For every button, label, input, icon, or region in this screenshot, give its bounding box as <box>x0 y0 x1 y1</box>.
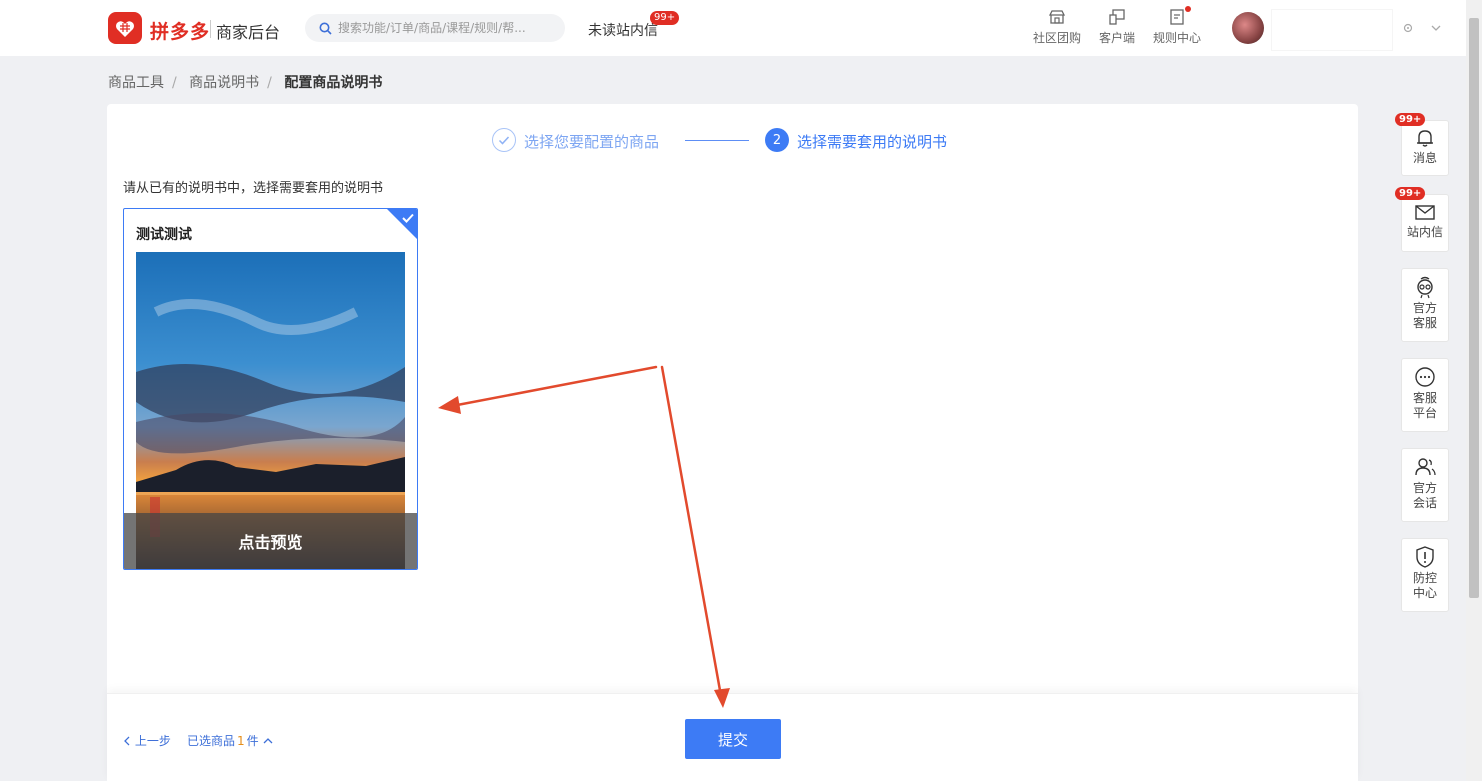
chat-bubble-icon <box>1415 367 1435 387</box>
sidebar-label: 客服平台 <box>1412 391 1437 420</box>
store-icon <box>1048 10 1066 24</box>
step-indicator: 选择您要配置的商品 2 选择需要套用的说明书 <box>492 128 992 154</box>
brand-name[interactable]: 拼多多 <box>150 17 210 44</box>
search-icon <box>319 22 332 35</box>
submit-button[interactable]: 提交 <box>685 719 781 759</box>
preview-button[interactable]: 点击预览 <box>124 513 417 569</box>
user-avatar[interactable] <box>1232 12 1264 44</box>
shield-alert-icon <box>1416 546 1434 568</box>
manual-title: 测试测试 <box>136 227 192 243</box>
user-info-area[interactable] <box>1272 10 1392 50</box>
account-menu-toggle[interactable] <box>1402 20 1442 36</box>
page-scrollbar[interactable] <box>1466 0 1482 781</box>
settings-icon <box>1403 23 1413 33</box>
breadcrumb: 商品工具 / 商品说明书 / 配置商品说明书 <box>108 72 388 92</box>
sidebar-item-service-platform[interactable]: 客服平台 <box>1401 358 1449 432</box>
step-complete-check-icon <box>492 128 516 152</box>
document-icon <box>1170 9 1184 25</box>
rules-notification-dot <box>1185 6 1191 12</box>
devices-icon <box>1109 9 1125 25</box>
brand-subtitle: 商家后台 <box>216 23 281 42</box>
chevron-left-icon <box>124 736 130 746</box>
previous-step-label: 上一步 <box>134 734 171 748</box>
step-connector <box>685 140 749 141</box>
tool-label: 规则中心 <box>1153 31 1202 45</box>
breadcrumb-item-product-manual[interactable]: 商品说明书 <box>189 75 259 91</box>
previous-step-link[interactable]: 上一步 <box>123 732 171 749</box>
search-box[interactable] <box>305 14 565 42</box>
step2-number: 2 <box>765 128 789 152</box>
selected-count: 1 <box>237 734 245 748</box>
pdd-logo-icon[interactable] <box>108 12 142 44</box>
sidebar-label: 官方会话 <box>1412 481 1437 510</box>
mail-badge: 99+ <box>1395 187 1426 200</box>
footer-bar: 上一步 已选商品 1 件 提交 <box>107 693 1358 781</box>
step1-label: 选择您要配置的商品 <box>524 133 660 151</box>
brand-divider <box>210 20 211 38</box>
sidebar-label: 消息 <box>1412 151 1437 165</box>
sidebar-item-internal-mail[interactable]: 站内信 <box>1401 194 1449 252</box>
messages-badge: 99+ <box>1395 113 1426 126</box>
tool-label: 社区团购 <box>1033 31 1082 45</box>
breadcrumb-current: 配置商品说明书 <box>284 75 383 91</box>
sidebar-label: 官方客服 <box>1412 301 1437 330</box>
selected-suffix: 件 <box>246 734 259 748</box>
breadcrumb-separator: / <box>267 75 272 91</box>
sidebar-item-risk-control[interactable]: 防控中心 <box>1401 538 1449 612</box>
sidebar-label: 防控中心 <box>1412 571 1437 600</box>
scrollbar-thumb[interactable] <box>1469 18 1479 598</box>
sidebar-item-official-chat[interactable]: 官方会话 <box>1401 448 1449 522</box>
instruction-text: 请从已有的说明书中，选择需要套用的说明书 <box>123 181 384 196</box>
breadcrumb-item-product-tools[interactable]: 商品工具 <box>108 75 164 91</box>
unread-messages-link[interactable]: 未读站内信 <box>588 20 658 40</box>
chevron-up-icon <box>263 738 272 744</box>
community-group-buy-button[interactable]: 社区团购 <box>1033 8 1081 46</box>
selected-products-toggle[interactable]: 已选商品 1 件 <box>187 732 273 749</box>
sidebar-item-official-support[interactable]: 官方客服 <box>1401 268 1449 342</box>
chevron-down-icon <box>1431 25 1441 31</box>
mail-icon <box>1415 205 1435 220</box>
selected-prefix: 已选商品 <box>187 734 236 748</box>
check-icon <box>402 213 414 223</box>
client-download-button[interactable]: 客户端 <box>1099 8 1135 46</box>
search-input[interactable] <box>338 21 548 35</box>
sidebar-label: 站内信 <box>1406 225 1443 239</box>
sidebar-item-messages[interactable]: 消息 <box>1401 120 1449 176</box>
bell-icon <box>1417 130 1433 147</box>
customer-service-icon <box>1417 276 1433 299</box>
breadcrumb-separator: / <box>172 75 177 91</box>
unread-badge: 99+ <box>650 11 680 25</box>
tool-label: 客户端 <box>1099 31 1136 45</box>
top-header: 拼多多 商家后台 未读站内信 99+ 社区团购 客户端 规则中心 <box>0 0 1466 56</box>
manual-card[interactable]: 测试测试 点击预览 <box>123 208 418 570</box>
rules-center-button[interactable]: 规则中心 <box>1153 8 1201 46</box>
step2-label: 选择需要套用的说明书 <box>797 133 948 151</box>
users-icon <box>1415 458 1436 476</box>
main-panel: 选择您要配置的商品 2 选择需要套用的说明书 请从已有的说明书中，选择需要套用的… <box>107 104 1358 781</box>
